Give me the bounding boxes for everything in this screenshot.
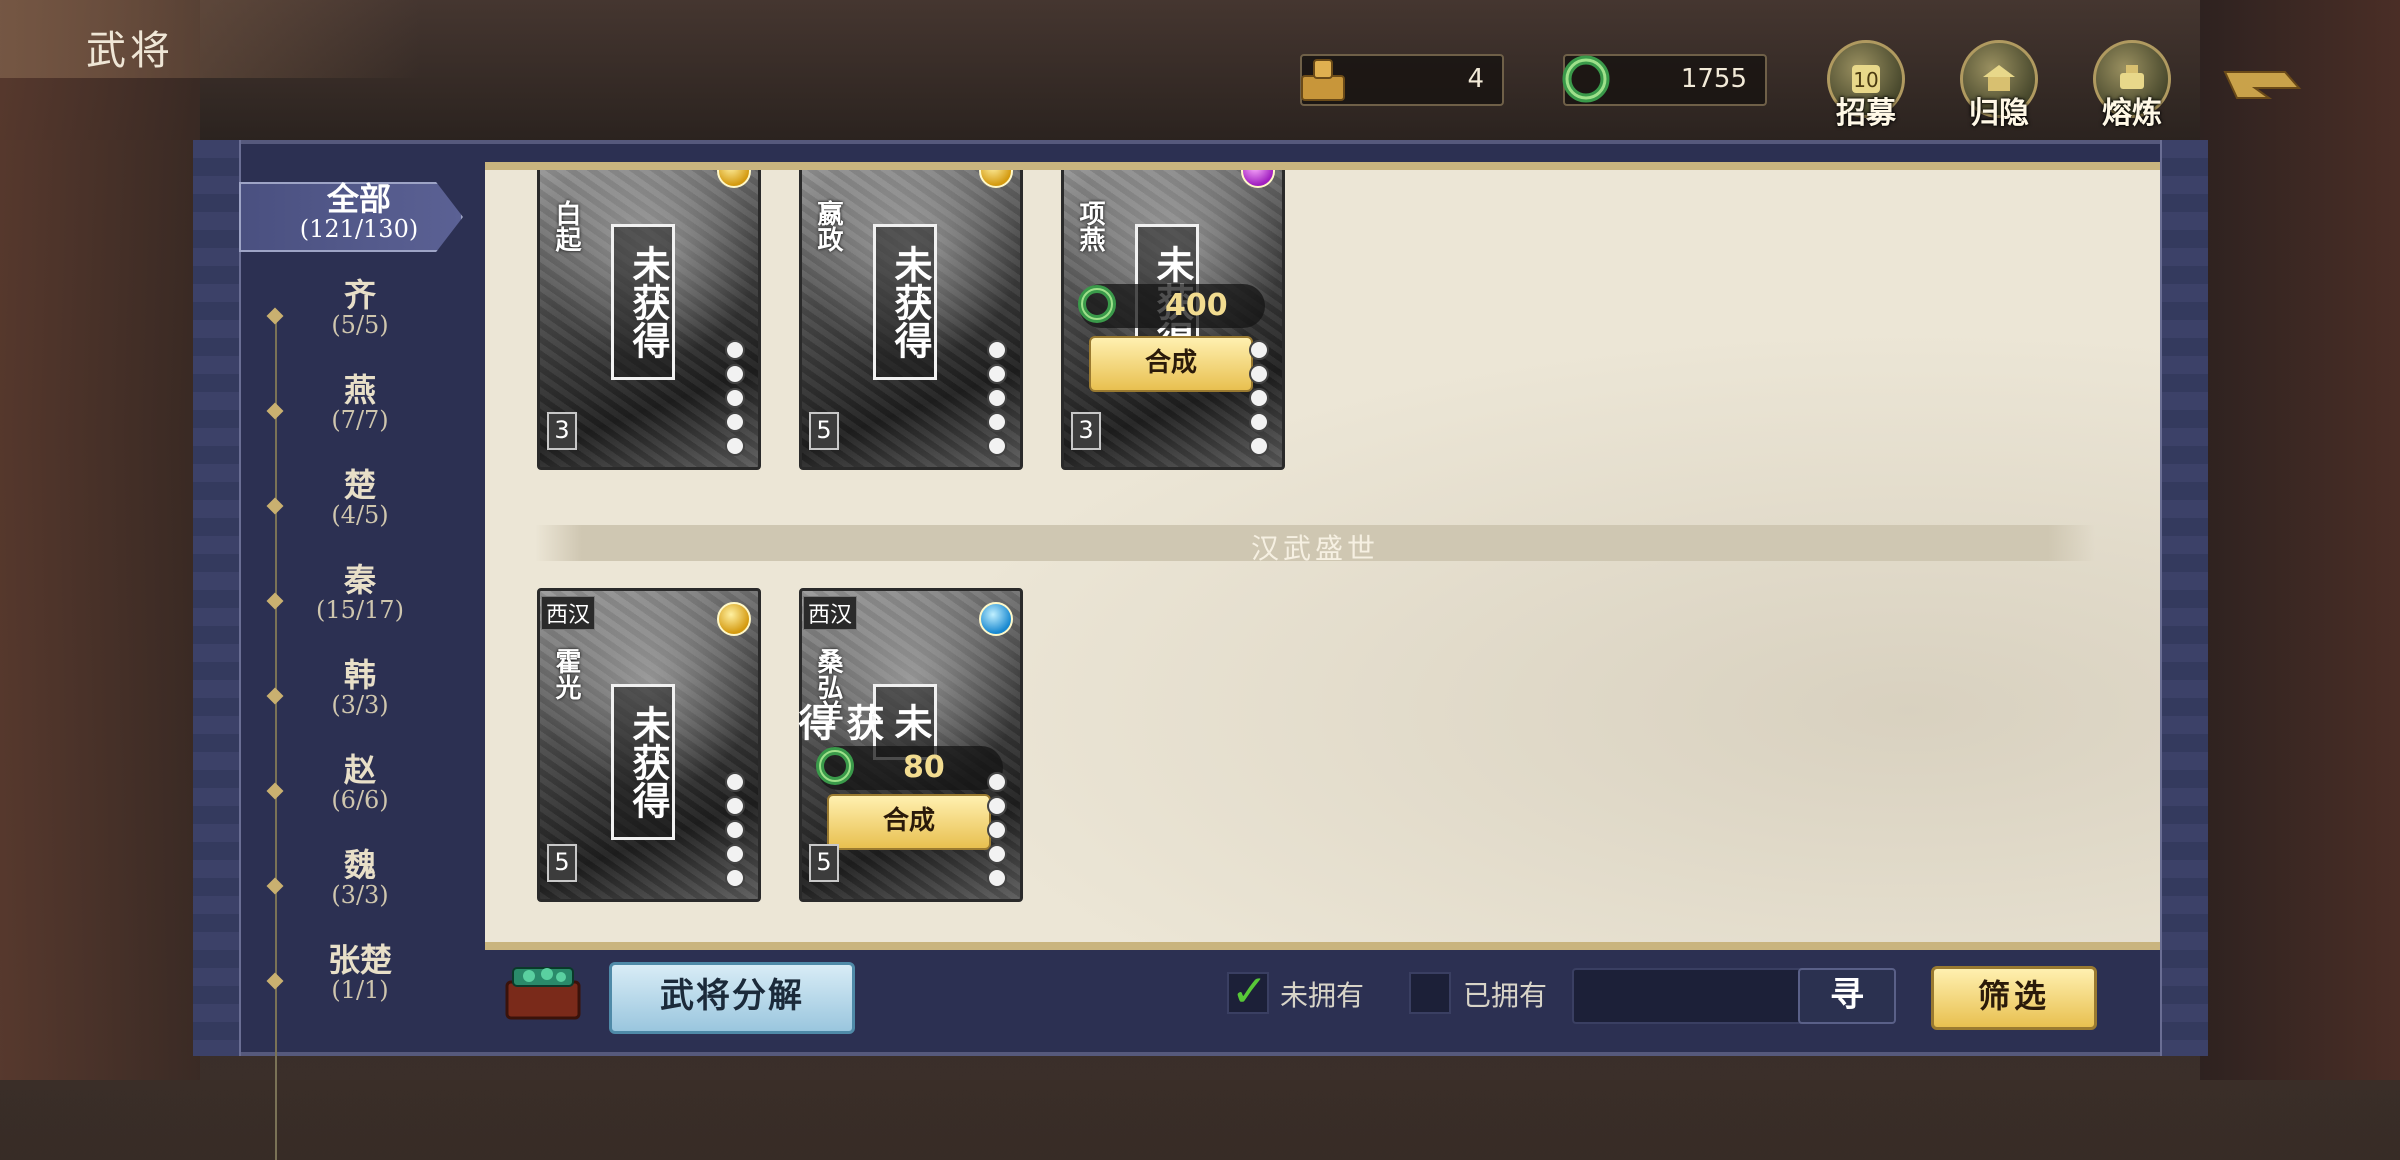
panel-border-left bbox=[193, 140, 241, 1056]
sidebar-item-han[interactable]: 韩 (3/3) bbox=[239, 658, 481, 738]
jade-count: 1755 bbox=[1680, 64, 1747, 94]
star-level: 5 bbox=[809, 412, 839, 450]
skill-pips bbox=[987, 772, 1009, 892]
skill-pips bbox=[725, 340, 747, 460]
general-card[interactable]: 西汉 桑弘羊 未获得 80 合成 5 bbox=[787, 588, 1027, 906]
back-arrow-icon[interactable] bbox=[2215, 58, 2305, 108]
skill-pips bbox=[1249, 340, 1271, 460]
skill-pips bbox=[725, 772, 747, 892]
general-name: 霍光 bbox=[551, 648, 581, 700]
synthesize-button[interactable]: 合成 bbox=[827, 794, 991, 850]
not-owned-checkbox[interactable]: ✓ bbox=[1227, 966, 1269, 1017]
filter-button[interactable]: 筛选 bbox=[1931, 966, 2097, 1030]
era-tag: 西汉 bbox=[803, 596, 858, 630]
treasure-box-icon bbox=[505, 967, 581, 1020]
token-currency: 4 bbox=[1300, 54, 1504, 106]
jade-ring-icon bbox=[1562, 55, 1610, 103]
general-card[interactable]: 白起 未获得 3 bbox=[525, 170, 765, 474]
search-button[interactable]: 寻 bbox=[1798, 968, 1896, 1024]
retire-button[interactable]: 归隐 bbox=[1953, 40, 2045, 131]
star-level: 5 bbox=[809, 844, 839, 882]
era-tag: 西汉 bbox=[541, 596, 596, 630]
seal-token-icon bbox=[1301, 59, 1345, 101]
star-level: 3 bbox=[547, 412, 577, 450]
cost-value: 80 bbox=[903, 750, 945, 785]
general-card[interactable]: 西汉 霍光 未获得 5 bbox=[525, 588, 765, 906]
general-card[interactable]: 项燕 未获得 400 合成 3 bbox=[1049, 170, 1289, 474]
recruit-label: 招募 bbox=[1836, 96, 1896, 131]
synthesize-button[interactable]: 合成 bbox=[1089, 336, 1253, 392]
jade-ring-icon bbox=[816, 747, 854, 785]
general-name: 嬴政 bbox=[813, 200, 843, 252]
synthesis-cost: 80 bbox=[816, 746, 1003, 790]
smelt-button[interactable]: 熔炼 bbox=[2086, 40, 2178, 131]
sidebar-item-qi[interactable]: 齐 (5/5) bbox=[239, 278, 481, 358]
not-obtained-stamp: 未获得 bbox=[611, 224, 675, 380]
sidebar-item-wei[interactable]: 魏 (3/3) bbox=[239, 848, 481, 928]
not-obtained-stamp: 未获得 bbox=[611, 684, 675, 840]
rarity-gem-icon bbox=[717, 602, 751, 636]
skill-pips bbox=[987, 340, 1009, 460]
rarity-gem-icon bbox=[979, 602, 1013, 636]
sidebar-item-all[interactable]: 全部 (121/130) bbox=[239, 182, 479, 262]
background-left bbox=[0, 0, 200, 1080]
sidebar-item-count: (121/130) bbox=[299, 215, 419, 243]
sidebar-item-zhao[interactable]: 赵 (6/6) bbox=[239, 753, 481, 833]
page-title: 武将 bbox=[86, 28, 174, 74]
general-card-grid: 白起 未获得 3 嬴政 未获得 5 项燕 未获得 400 合成 3 汉武盛世 西… bbox=[485, 162, 2160, 950]
cost-value: 400 bbox=[1165, 288, 1228, 323]
title-bar: 武将 bbox=[0, 0, 420, 78]
search-input[interactable] bbox=[1572, 968, 1806, 1024]
sidebar-item-label: 全部 bbox=[326, 180, 391, 218]
decompose-general-button[interactable]: 武将分解 bbox=[609, 962, 855, 1034]
sidebar-item-zhangchu[interactable]: 张楚 (1/1) bbox=[239, 943, 481, 1023]
token-count: 4 bbox=[1467, 64, 1484, 94]
star-level: 3 bbox=[1071, 412, 1101, 450]
not-owned-label: 未拥有 bbox=[1280, 979, 1365, 1012]
jade-ring-icon bbox=[1078, 285, 1116, 323]
not-obtained-stamp: 未获得 bbox=[873, 224, 937, 380]
owned-label: 已拥有 bbox=[1463, 979, 1548, 1012]
sidebar-item-yan[interactable]: 燕 (7/7) bbox=[239, 373, 481, 453]
owned-checkbox[interactable] bbox=[1409, 972, 1451, 1014]
bottom-toolbar: 武将分解 ✓ 未拥有 已拥有 寻 筛选 bbox=[485, 952, 2160, 1042]
general-name: 白起 bbox=[551, 200, 581, 252]
background-right bbox=[2200, 0, 2400, 1080]
general-card[interactable]: 嬴政 未获得 5 bbox=[787, 170, 1027, 474]
smelt-label: 熔炼 bbox=[2102, 96, 2162, 131]
sidebar-item-chu[interactable]: 楚 (4/5) bbox=[239, 468, 481, 548]
jade-currency: 1755 bbox=[1562, 54, 1767, 106]
retire-label: 归隐 bbox=[1969, 96, 2029, 131]
era-section-divider: 汉武盛世 bbox=[535, 525, 2095, 565]
check-icon: ✓ bbox=[1231, 966, 1268, 1017]
faction-sidebar: 全部 (121/130) 齐 (5/5) 燕 (7/7) 楚 (4/5) 秦 (… bbox=[239, 160, 481, 1160]
synthesis-cost: 400 bbox=[1078, 284, 1265, 328]
panel-border-right bbox=[2160, 140, 2208, 1056]
star-level: 5 bbox=[547, 844, 577, 882]
section-title: 汉武盛世 bbox=[1250, 532, 1379, 565]
recruit-button[interactable]: 10 招募 bbox=[1820, 40, 1912, 131]
sidebar-item-qin[interactable]: 秦 (15/17) bbox=[239, 563, 481, 643]
